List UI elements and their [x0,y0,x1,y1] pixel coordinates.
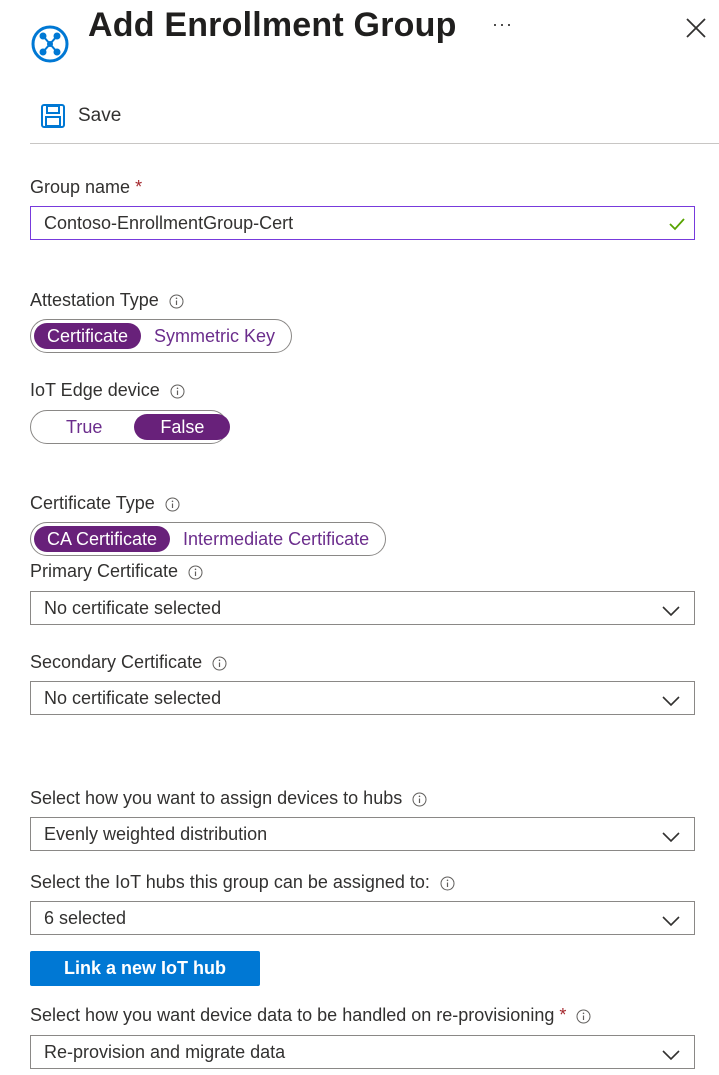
more-icon[interactable]: ··· [492,14,513,35]
close-icon[interactable] [684,16,708,40]
dps-logo-icon [28,22,72,66]
iot-edge-toggle[interactable]: True False [30,410,231,444]
primary-certificate-label: Primary Certificate [30,561,203,582]
group-name-input[interactable]: Contoso-EnrollmentGroup-Cert [30,206,695,240]
save-label: Save [78,105,122,126]
secondary-certificate-label: Secondary Certificate [30,652,227,673]
iot-hubs-dropdown[interactable]: 6 selected [30,901,695,935]
attestation-type-label: Attestation Type [30,290,184,311]
checkmark-icon [668,215,686,233]
certificate-type-label: Certificate Type [30,493,180,514]
link-iot-hub-button[interactable]: Link a new IoT hub [30,951,260,986]
assign-policy-dropdown[interactable]: Evenly weighted distribution [30,817,695,851]
chevron-down-icon [662,692,680,707]
certificate-type-toggle[interactable]: CA Certificate Intermediate Certificate [30,522,387,556]
secondary-certificate-dropdown[interactable]: No certificate selected [30,681,695,715]
info-icon[interactable] [188,564,203,580]
info-icon[interactable] [212,655,227,671]
option-intermediate-certificate[interactable]: Intermediate Certificate [170,526,382,552]
info-icon[interactable] [412,791,427,807]
chevron-down-icon [662,912,680,927]
option-symmetric-key[interactable]: Symmetric Key [141,323,288,349]
chevron-down-icon [662,828,680,843]
reprovision-dropdown[interactable]: Re-provision and migrate data [30,1035,695,1069]
toolbar-divider [30,143,719,144]
page-title: Add Enrollment Group [88,6,457,44]
info-icon[interactable] [169,293,184,309]
chevron-down-icon [662,1046,680,1061]
assign-policy-label: Select how you want to assign devices to… [30,788,427,809]
option-ca-certificate[interactable]: CA Certificate [34,526,171,552]
required-asterisk: * [559,1005,567,1025]
chevron-down-icon [662,602,680,617]
required-asterisk: * [135,177,143,197]
attestation-type-toggle[interactable]: Certificate Symmetric Key [30,319,293,353]
group-name-label: Group name * [30,177,143,197]
info-icon[interactable] [165,496,180,512]
option-certificate[interactable]: Certificate [34,323,142,349]
option-true[interactable]: True [34,414,134,440]
primary-certificate-dropdown[interactable]: No certificate selected [30,591,695,625]
save-icon [40,103,66,129]
iot-hubs-label: Select the IoT hubs this group can be as… [30,872,455,893]
info-icon[interactable] [440,875,455,891]
iot-edge-label: IoT Edge device [30,380,185,401]
option-false[interactable]: False [134,414,231,440]
save-button[interactable]: Save [40,102,121,130]
reprovision-label: Select how you want device data to be ha… [30,1005,591,1026]
info-icon[interactable] [576,1008,591,1024]
info-icon[interactable] [170,383,185,399]
